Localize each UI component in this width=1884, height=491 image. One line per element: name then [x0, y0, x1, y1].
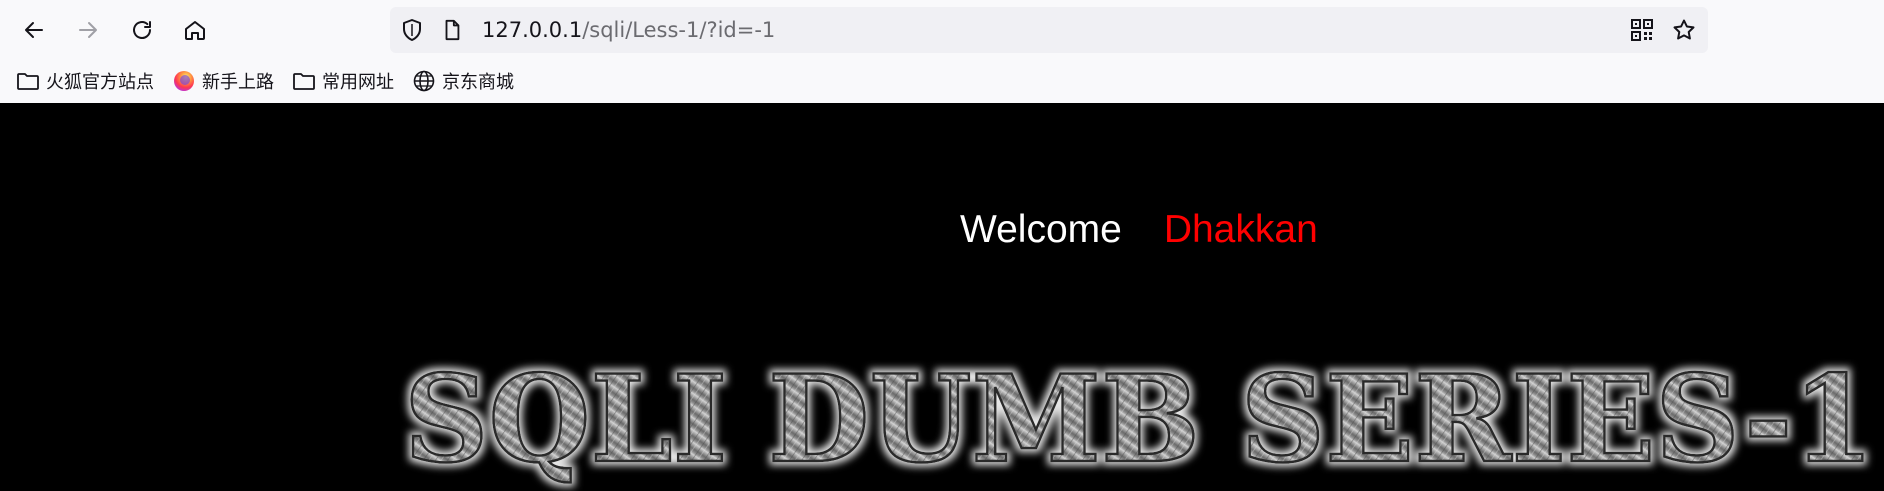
banner-text: SQLI DUMB SERIES-1 — [404, 349, 1874, 490]
globe-icon — [413, 70, 435, 92]
banner-image: SQLI DUMB SERIES-1 — [403, 348, 1876, 491]
reload-button[interactable] — [124, 12, 160, 48]
home-button[interactable] — [177, 12, 213, 48]
arrow-left-icon — [25, 22, 43, 38]
qr-code-icon — [1631, 19, 1653, 41]
page-content: Welcome Dhakkan SQLI DUMB SERIES-1 — [0, 103, 1884, 491]
welcome-message: Welcome Dhakkan — [960, 208, 1318, 252]
back-button[interactable] — [16, 12, 52, 48]
page-icon — [445, 19, 460, 41]
bookmark-label: 京东商城 — [442, 72, 514, 93]
tracking-protection-button[interactable] — [398, 16, 426, 44]
qr-code-button[interactable] — [1628, 16, 1656, 44]
forward-button[interactable] — [70, 12, 106, 48]
bookmark-item[interactable]: 新手上路 — [172, 67, 274, 95]
bookmark-label: 常用网址 — [322, 72, 394, 93]
bookmark-star-button[interactable] — [1670, 16, 1698, 44]
site-info-button[interactable] — [438, 16, 466, 44]
folder-icon — [293, 73, 315, 90]
url-text[interactable]: 127.0.0.1/sqli/Less-1/?id=-1 — [482, 18, 775, 42]
welcome-name: Dhakkan — [1163, 208, 1318, 251]
bookmark-item[interactable]: 京东商城 — [412, 67, 514, 95]
bookmark-item[interactable]: 火狐官方站点 — [16, 67, 154, 95]
arrow-right-icon — [79, 22, 97, 38]
bookmark-item[interactable]: 常用网址 — [292, 67, 394, 95]
firefox-icon — [174, 71, 194, 91]
reload-icon — [133, 21, 151, 39]
url-bar[interactable]: 127.0.0.1/sqli/Less-1/?id=-1 — [390, 7, 1708, 53]
browser-toolbar: 127.0.0.1/sqli/Less-1/?id=-1 — [0, 0, 1884, 60]
bookmark-label: 新手上路 — [202, 72, 274, 93]
star-icon — [1673, 19, 1695, 40]
url-host: 127.0.0.1 — [482, 18, 583, 42]
home-icon — [185, 21, 205, 40]
folder-icon — [17, 73, 39, 90]
welcome-text: Welcome — [960, 208, 1122, 251]
url-path: /sqli/Less-1/?id=-1 — [582, 18, 776, 42]
bookmarks-toolbar: 火狐官方站点 新手上路 常用网址 京东商城 — [0, 60, 1884, 103]
shield-icon — [403, 19, 421, 41]
bookmark-label: 火狐官方站点 — [46, 72, 154, 93]
